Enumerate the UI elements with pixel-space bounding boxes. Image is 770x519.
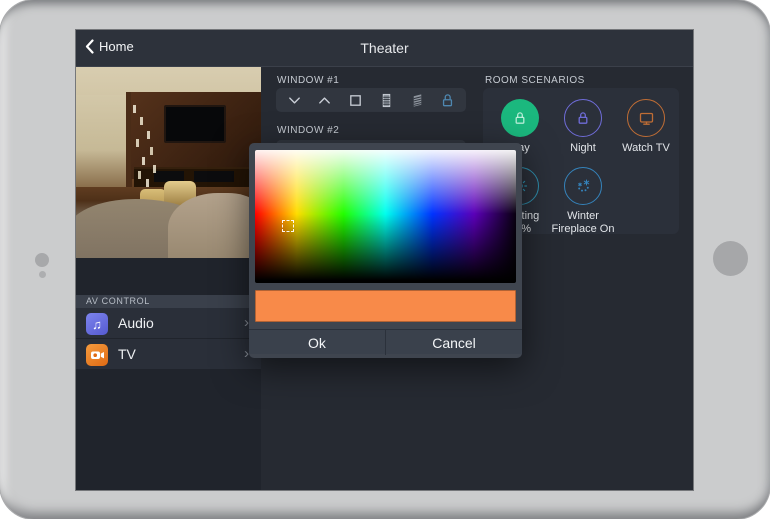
scenario-night-button[interactable] <box>564 99 602 137</box>
blinds-closed-icon[interactable] <box>377 91 395 109</box>
lock-unlocked-icon[interactable] <box>439 91 457 109</box>
snowflakes-icon <box>575 178 592 195</box>
scenario-watch-tv-button[interactable] <box>627 99 665 137</box>
shade-down-icon[interactable] <box>285 91 303 109</box>
room-scenarios-header: ROOM SCENARIOS <box>485 75 585 86</box>
window1-label: WINDOW #1 <box>277 75 339 86</box>
tablet-sensor <box>39 271 46 278</box>
page-title: Theater <box>76 40 693 56</box>
av-row-audio[interactable]: ♫ Audio › <box>76 308 261 339</box>
scenario-label: WinterFireplace On <box>541 210 625 236</box>
window2-label: WINDOW #2 <box>277 125 339 136</box>
ok-button[interactable]: Ok <box>249 330 385 355</box>
av-row-label: TV <box>118 346 136 362</box>
selected-color-swatch <box>255 290 516 322</box>
color-picker-dialog: Ok Cancel <box>249 143 522 358</box>
av-row-tv[interactable]: TV › <box>76 339 261 370</box>
photo-tv <box>164 105 226 143</box>
scenario-day-button[interactable] <box>501 99 539 137</box>
lock-closed-icon <box>512 110 528 126</box>
shade-up-icon[interactable] <box>316 91 334 109</box>
shade-open-icon[interactable] <box>347 91 365 109</box>
av-row-label: Audio <box>118 315 154 331</box>
color-picker-marker[interactable] <box>282 220 294 232</box>
blinds-tilted-icon[interactable] <box>408 91 426 109</box>
title-bar: Home Theater <box>76 30 693 67</box>
lock-closed-icon <box>575 110 591 126</box>
photo-pendant-lights <box>133 105 136 113</box>
window1-controls <box>276 88 466 112</box>
scenario-label: Watch TV <box>604 142 688 155</box>
left-panel: AV CONTROL ♫ Audio › TV › <box>76 67 261 490</box>
page: Home Theater <box>0 0 770 519</box>
cancel-button[interactable]: Cancel <box>386 330 522 355</box>
color-gradient-area[interactable] <box>255 150 516 283</box>
scenario-winter-button[interactable] <box>564 167 602 205</box>
av-control-header: AV CONTROL <box>76 295 261 308</box>
tablet-camera <box>35 253 49 267</box>
dialog-button-row: Ok Cancel <box>249 329 522 354</box>
room-photo <box>76 67 261 258</box>
tablet-bezel: Home Theater <box>0 0 770 519</box>
tablet-home-button[interactable] <box>713 241 748 276</box>
tv-monitor-icon <box>638 110 655 127</box>
music-note-icon: ♫ <box>86 313 108 335</box>
app-screen: Home Theater <box>76 30 693 490</box>
video-camera-icon <box>86 344 108 366</box>
